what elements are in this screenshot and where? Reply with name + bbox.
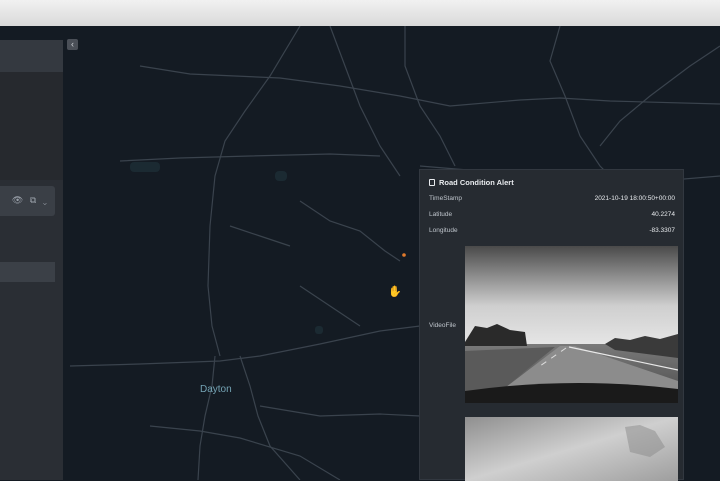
sidebar-layer-row[interactable]: 👁 ⧉ ⌄ [0,186,55,216]
hand-cursor-icon: ✋ [388,286,402,298]
alert-title: Road Condition Alert [429,178,514,187]
alert-icon [429,179,435,186]
sidebar-header [0,40,63,72]
dashcam-video-frame-2[interactable] [465,417,678,481]
sidebar-panel [0,72,63,180]
longitude-value: -83.3307 [649,227,675,234]
latitude-label: Latitude [429,211,453,218]
latitude-value: 40.2274 [651,211,676,218]
timestamp-label: TimeStamp [429,195,462,202]
event-marker[interactable] [402,253,406,257]
videofile-label: VideoFile [429,322,456,329]
city-label-dayton: Dayton [200,384,232,395]
layer-actions-icons[interactable]: 👁 ⧉ ⌄ [12,195,49,206]
collapse-sidebar-icon[interactable]: ‹ [67,39,78,50]
timestamp-value: 2021-10-19 18:00:50+00:00 [594,195,675,202]
road-condition-alert-popup: Road Condition Alert TimeStamp 2021-10-1… [419,169,684,481]
longitude-label: Longitude [429,227,458,234]
left-sidebar: 👁 ⧉ ⌄ [0,40,63,480]
browser-top-bar [0,0,720,26]
sidebar-input-field[interactable] [0,262,55,282]
dashcam-video-frame[interactable] [465,246,678,403]
